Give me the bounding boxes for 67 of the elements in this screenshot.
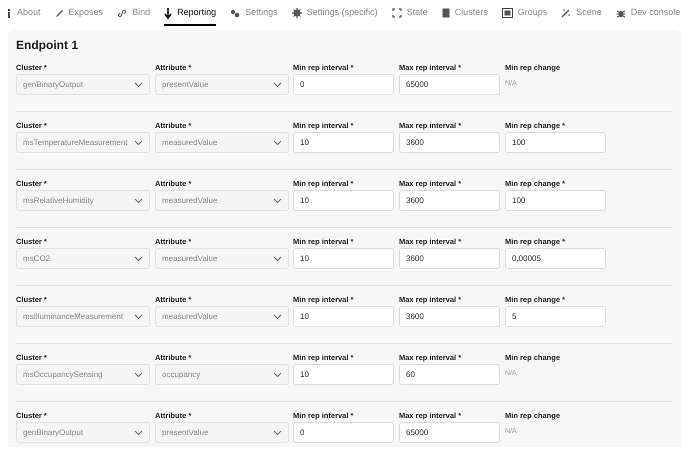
tab[interactable]: Exposes: [54, 2, 104, 26]
dropdown[interactable]: msCO2: [16, 248, 150, 269]
input-field[interactable]: 0: [293, 422, 394, 443]
chevron-icon: [273, 198, 282, 204]
chevron-icon: [134, 430, 143, 436]
input-field[interactable]: 0,00005: [505, 248, 606, 269]
pen-icon: [54, 8, 64, 18]
input-field[interactable]: 10: [293, 132, 394, 153]
dropdown[interactable]: presentValue: [155, 422, 289, 443]
input-field[interactable]: 0: [293, 74, 394, 95]
tab[interactable]: Dev console: [616, 2, 680, 26]
brackets-icon: [392, 8, 402, 18]
wand-icon: [561, 8, 572, 18]
chevron-icon: [134, 82, 143, 88]
chevron-icon: [273, 372, 282, 378]
chevron-icon: [273, 140, 282, 146]
tab[interactable]: Reporting: [164, 2, 216, 26]
info-icon: [6, 8, 12, 18]
tab[interactable]: Settings (specific): [292, 2, 378, 26]
input-field[interactable]: 10: [293, 190, 394, 211]
input-field[interactable]: 10: [293, 248, 394, 269]
input-field[interactable]: 10: [293, 306, 394, 327]
tab[interactable]: State: [392, 2, 428, 26]
input-field[interactable]: 100: [505, 190, 606, 211]
dropdown[interactable]: msOccupancySensing: [16, 364, 150, 385]
input-field[interactable]: 3600: [399, 248, 500, 269]
input-field[interactable]: 65000: [399, 74, 500, 95]
tab[interactable]: Scene: [561, 2, 602, 26]
chevron-icon: [273, 430, 282, 436]
chevron-icon: [134, 198, 143, 204]
dropdown[interactable]: occupancy: [155, 364, 289, 385]
tab[interactable]: Clusters: [442, 2, 488, 26]
tab[interactable]: Groups: [502, 2, 548, 26]
tab[interactable]: About: [6, 2, 41, 26]
dropdown[interactable]: measuredValue: [155, 132, 289, 153]
framed-square-icon: [502, 8, 513, 18]
down-arrow-icon: [164, 8, 172, 18]
input-field[interactable]: 3600: [399, 306, 500, 327]
dropdown[interactable]: msRelativeHumidity: [16, 190, 150, 211]
link-icon: [117, 8, 128, 18]
dropdown[interactable]: msTemperatureMeasurement: [16, 132, 150, 153]
settings-icon: [292, 8, 302, 18]
dropdown[interactable]: measuredValue: [155, 248, 289, 269]
dropdown[interactable]: genBinaryOutput: [16, 74, 150, 95]
dropdown[interactable]: measuredValue: [155, 306, 289, 327]
chevron-icon: [134, 140, 143, 146]
bug-icon: [616, 8, 626, 18]
dropdown[interactable]: genBinaryOutput: [16, 422, 150, 443]
chevron-icon: [273, 314, 282, 320]
input-field[interactable]: 3600: [399, 132, 500, 153]
endpoint-title: Endpoint 1: [16, 38, 79, 52]
tab[interactable]: Settings: [230, 2, 278, 26]
input-field[interactable]: 100: [505, 132, 606, 153]
input-field[interactable]: 65000: [399, 422, 500, 443]
dropdown[interactable]: msIlluminanceMeasurement: [16, 306, 150, 327]
dropdown[interactable]: presentValue: [155, 74, 289, 95]
chevron-icon: [273, 82, 282, 88]
chevron-icon: [134, 314, 143, 320]
input-field[interactable]: 10: [293, 364, 394, 385]
chevron-icon: [134, 372, 143, 378]
dropdown[interactable]: measuredValue: [155, 190, 289, 211]
chevron-icon: [134, 256, 143, 262]
input-field[interactable]: 60: [399, 364, 500, 385]
chevron-icon: [273, 256, 282, 262]
input-field[interactable]: 3600: [399, 190, 500, 211]
tab[interactable]: Bind: [117, 2, 150, 26]
input-field[interactable]: 5: [505, 306, 606, 327]
